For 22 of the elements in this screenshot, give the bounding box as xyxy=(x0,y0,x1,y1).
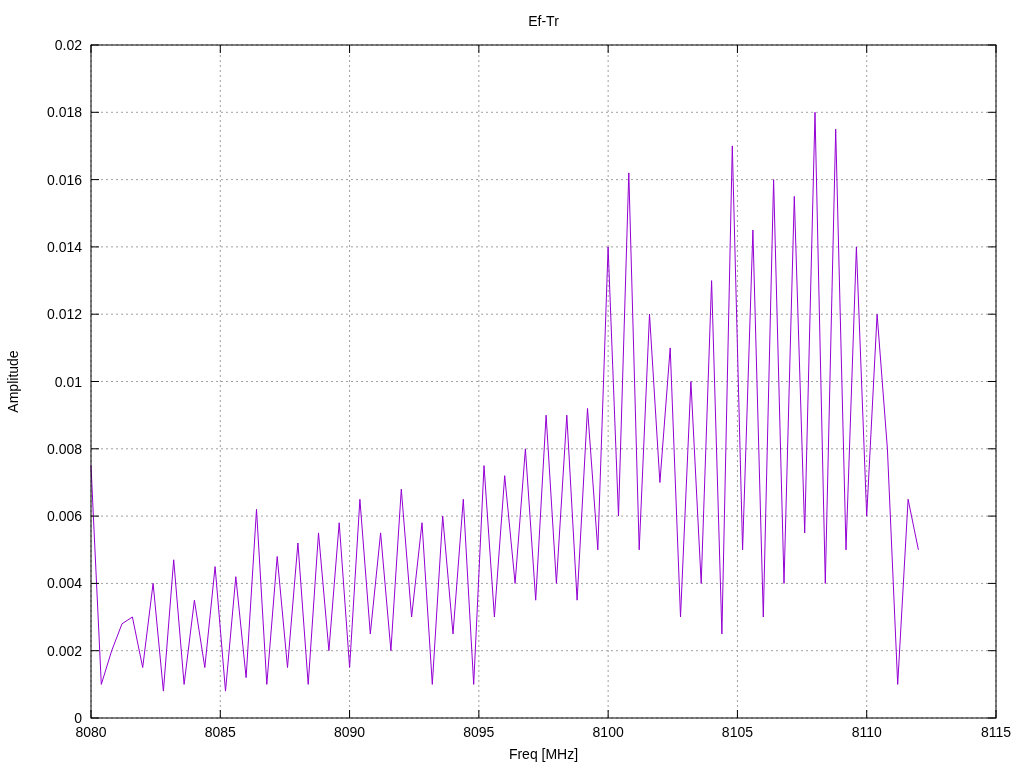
x-tick-label: 8080 xyxy=(75,724,107,740)
x-tick-label: 8085 xyxy=(204,724,236,740)
y-tick-label: 0.014 xyxy=(46,238,82,255)
y-tick-label: 0.018 xyxy=(46,104,82,121)
x-axis-label: Freq [MHz] xyxy=(508,746,579,762)
y-tick-label: 0.02 xyxy=(54,37,82,53)
y-axis-label: Amplitude xyxy=(5,350,21,413)
y-tick-label: 0.004 xyxy=(46,575,82,592)
y-tick-label: 0.008 xyxy=(46,440,82,457)
x-tick-label: 8105 xyxy=(721,724,753,740)
x-tick-label: 8090 xyxy=(334,724,366,740)
y-tick-label: 0.01 xyxy=(54,373,82,390)
y-tick-label: 0 xyxy=(74,710,82,726)
y-tick-label: 0.006 xyxy=(46,508,82,525)
y-tick-label: 0.002 xyxy=(46,642,82,659)
x-tick-label: 8100 xyxy=(592,724,624,740)
x-tick-label: 8095 xyxy=(463,724,495,740)
y-tick-label: 0.012 xyxy=(46,306,82,323)
x-tick-label: 8115 xyxy=(980,724,1012,740)
y-tick-label: 0.016 xyxy=(46,171,82,188)
chart-title: Ef-Tr xyxy=(528,13,559,29)
x-tick-label: 8110 xyxy=(851,724,882,740)
